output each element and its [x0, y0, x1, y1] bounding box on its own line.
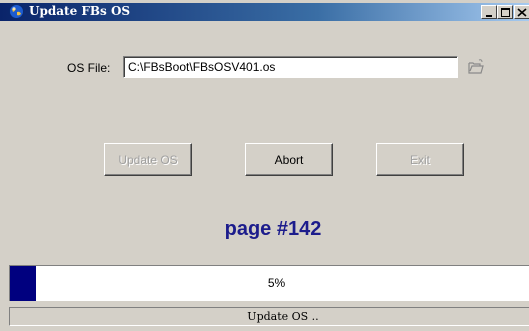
exit-button[interactable]: Exit [376, 143, 464, 176]
minimize-button[interactable] [481, 5, 497, 19]
abort-button[interactable]: Abort [245, 143, 333, 176]
folder-open-icon[interactable] [466, 57, 486, 77]
update-fbs-os-window: Update FBs OS OS File: Update OS Abort [0, 0, 529, 331]
status-bar: Update OS .. [9, 307, 529, 326]
close-button[interactable] [514, 5, 529, 19]
status-text: Update OS .. [247, 310, 319, 323]
progress-percent: 5% [267, 276, 286, 290]
window-title: Update FBs OS [29, 4, 131, 18]
close-icon [517, 8, 527, 17]
os-file-label: OS File: [67, 61, 111, 75]
title-bar[interactable]: Update FBs OS [0, 3, 529, 21]
page-counter: page #142 [224, 218, 322, 240]
minimize-icon [486, 15, 492, 17]
maximize-icon [501, 8, 510, 17]
update-os-button[interactable]: Update OS [104, 143, 192, 176]
os-file-input[interactable] [123, 56, 458, 78]
progress-bar: 5% [9, 265, 529, 301]
maximize-button[interactable] [497, 5, 513, 19]
globe-icon[interactable] [9, 4, 24, 19]
